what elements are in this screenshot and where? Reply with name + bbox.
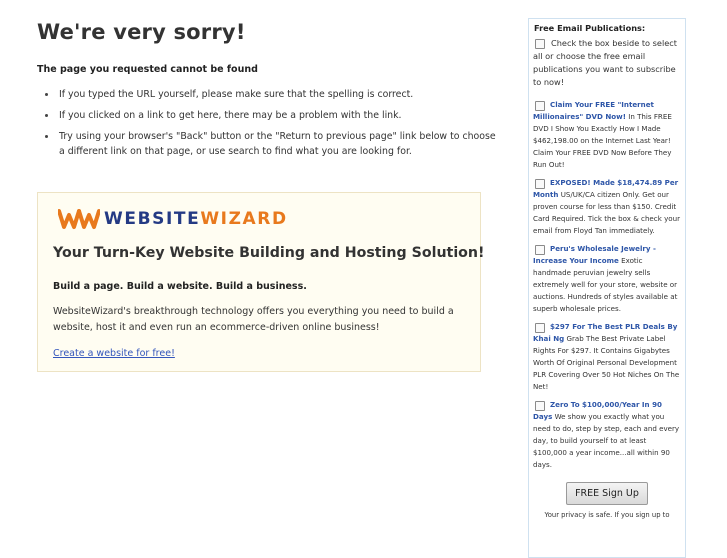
publication-item: Peru's Wholesale Jewelry - Increase Your… <box>533 243 681 315</box>
page-title: We're very sorry! <box>37 20 246 44</box>
help-tips-list: If you typed the URL yourself, please ma… <box>37 87 497 165</box>
promo-description: WebsiteWizard's breakthrough technology … <box>53 306 454 333</box>
publication-item: Claim Your FREE "Internet Millionaires" … <box>533 99 681 171</box>
sidebar-title: Free Email Publications: <box>534 23 646 33</box>
tip-item: If you typed the URL yourself, please ma… <box>57 87 497 102</box>
publication-checkbox[interactable] <box>535 245 545 255</box>
select-all-label: Check the box beside to select all or ch… <box>533 38 677 87</box>
email-publications-sidebar: Free Email Publications: Check the box b… <box>528 18 686 558</box>
select-all-checkbox[interactable] <box>535 39 545 49</box>
ww-logo-icon <box>58 209 100 229</box>
select-all-row: Check the box beside to select all or ch… <box>533 37 681 89</box>
websitewizard-logo: WEBSITEWIZARD <box>58 208 288 230</box>
create-website-link[interactable]: Create a website for free! <box>53 348 175 359</box>
publication-description: We show you exactly what you need to do,… <box>533 412 680 469</box>
privacy-note: Your privacy is safe. If you sign up to <box>544 511 670 519</box>
publication-item: EXPOSED! Made $18,474.89 Per Month US/UK… <box>533 177 681 237</box>
publication-item: Zero To $100,000/Year In 90 Days We show… <box>533 399 681 471</box>
error-subtitle: The page you requested cannot be found <box>37 64 258 75</box>
free-signup-button[interactable]: FREE Sign Up <box>566 482 648 505</box>
publication-item: $297 For The Best PLR Deals By Khai Ng G… <box>533 321 681 393</box>
publication-checkbox[interactable] <box>535 401 545 411</box>
websitewizard-promo-box: WEBSITEWIZARD Your Turn-Key Website Buil… <box>37 192 485 372</box>
tip-item: If you clicked on a link to get here, th… <box>57 108 497 123</box>
publication-checkbox[interactable] <box>535 323 545 333</box>
tip-item: Try using your browser's "Back" button o… <box>57 129 497 159</box>
logo-word-website: WEBSITE <box>104 209 201 229</box>
promo-headline: Your Turn-Key Website Building and Hosti… <box>53 245 485 261</box>
logo-wordmark: WEBSITEWIZARD <box>104 209 288 229</box>
publication-checkbox[interactable] <box>535 179 545 189</box>
promo-tagline: Build a page. Build a website. Build a b… <box>53 281 307 292</box>
signup-area: FREE Sign Up <box>533 481 681 505</box>
publication-checkbox[interactable] <box>535 101 545 111</box>
logo-word-wizard: WIZARD <box>200 209 288 229</box>
